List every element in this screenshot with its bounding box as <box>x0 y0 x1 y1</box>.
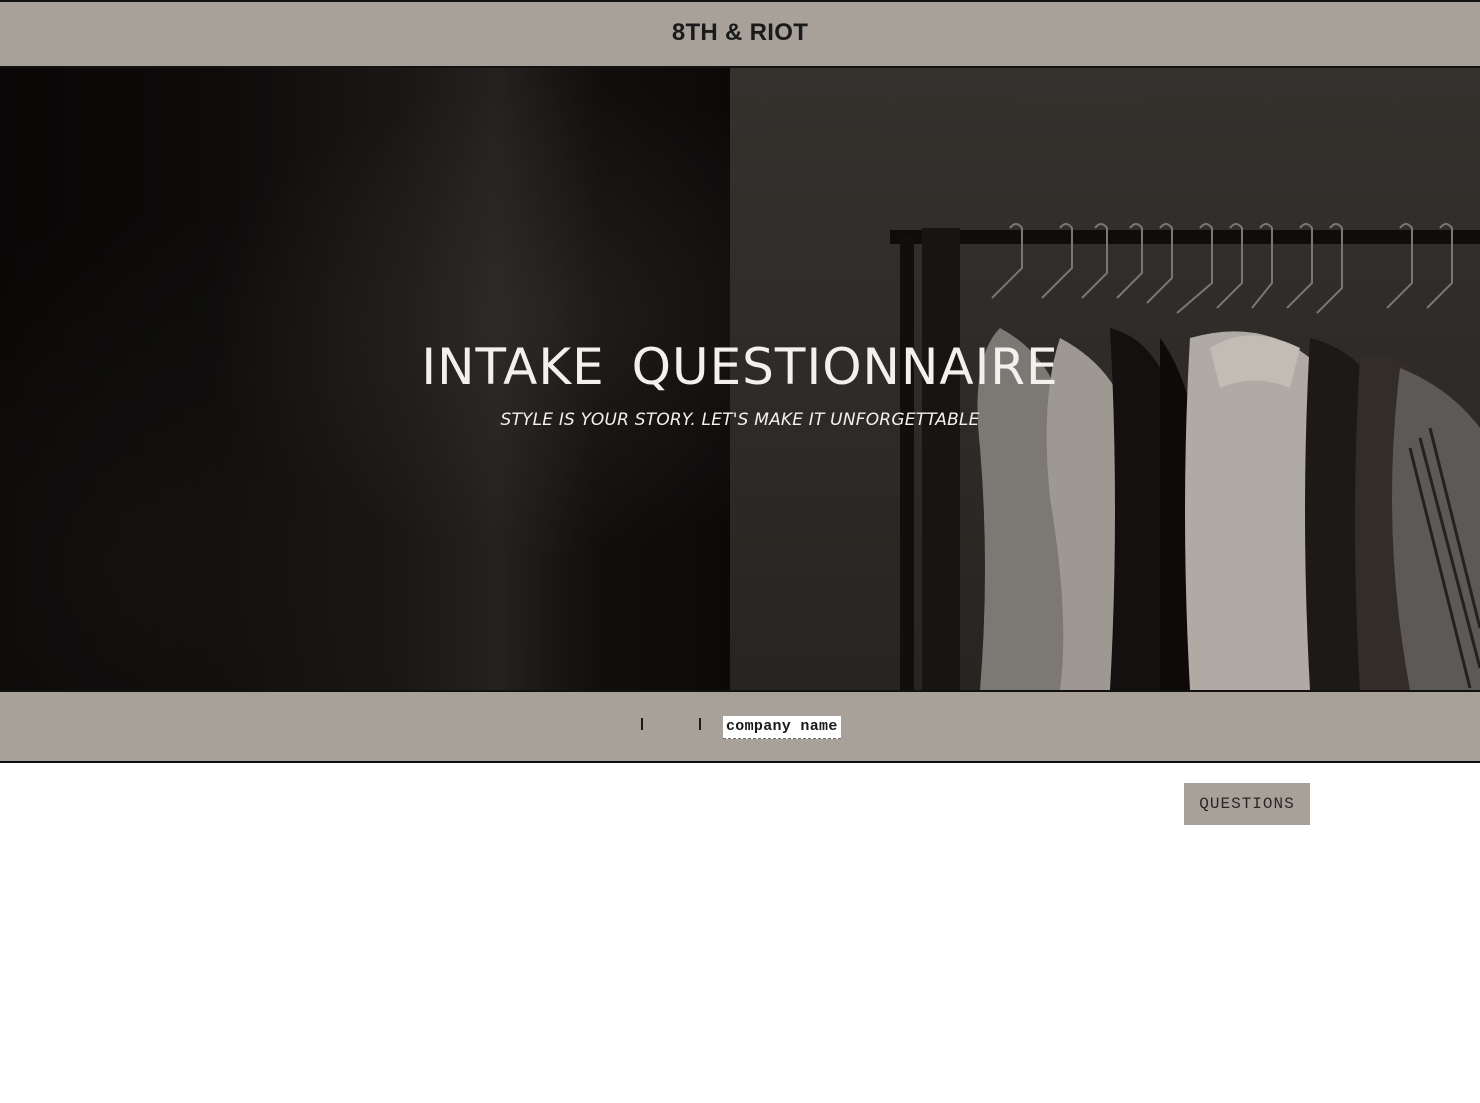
secondary-bar: company name <box>0 690 1480 763</box>
brand-logo-text[interactable]: 8TH & RIOT <box>672 19 808 47</box>
company-name-field[interactable]: company name <box>723 716 841 739</box>
questions-button[interactable]: QUESTIONS <box>1184 783 1310 825</box>
separator-2 <box>699 718 701 730</box>
hero-subtitle: STYLE IS YOUR STORY. LET'S MAKE IT UNFOR… <box>500 410 980 430</box>
separator-1 <box>641 718 643 730</box>
site-header: 8TH & RIOT <box>0 0 1480 68</box>
hero-banner: INTAKE QUESTIONNAIRE STYLE IS YOUR STORY… <box>0 68 1480 690</box>
hero-title: INTAKE QUESTIONNAIRE <box>421 338 1059 396</box>
hero-text-block: INTAKE QUESTIONNAIRE STYLE IS YOUR STORY… <box>0 68 1480 690</box>
